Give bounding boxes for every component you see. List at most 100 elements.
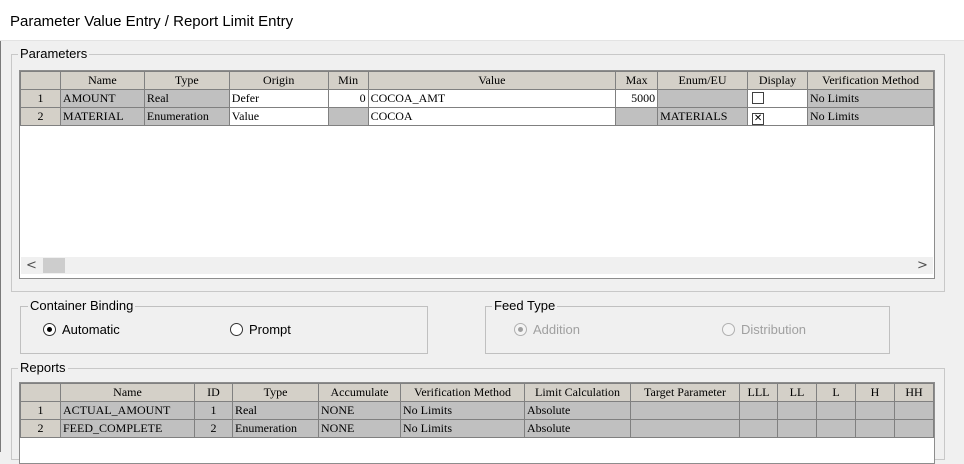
header-corner[interactable] (20, 71, 61, 90)
reports-table: Name ID Type Accumulate Verification Met… (20, 383, 934, 438)
cell-l (816, 419, 856, 438)
header-l[interactable]: L (816, 383, 856, 402)
radio-addition-label: Addition (533, 322, 580, 337)
parameter-row[interactable]: 2 MATERIAL Enumeration Value COCOA MATER… (20, 107, 934, 126)
row-number[interactable]: 1 (20, 89, 61, 108)
cell-value[interactable]: COCOA (367, 107, 617, 126)
parameters-horizontal-scrollbar[interactable]: < > (21, 257, 933, 274)
parameter-row[interactable]: 1 AMOUNT Real Defer 0 COCOA_AMT 5000 No … (20, 89, 934, 108)
parameters-group-label: Parameters (18, 46, 90, 61)
cell-origin[interactable]: Defer (228, 89, 329, 108)
parameters-header-row: Name Type Origin Min Value Max Enum/EU D… (20, 71, 934, 90)
window-title: Parameter Value Entry / Report Limit Ent… (10, 13, 294, 30)
scroll-thumb[interactable] (43, 258, 65, 273)
cell-hh (894, 419, 934, 438)
cell-lll (739, 419, 778, 438)
cell-id: 1 (194, 401, 233, 420)
header-h[interactable]: H (855, 383, 895, 402)
header-type[interactable]: Type (143, 71, 230, 90)
radio-selected-disabled-icon (514, 323, 527, 336)
header-min[interactable]: Min (327, 71, 369, 90)
header-lll[interactable]: LLL (739, 383, 778, 402)
row-number[interactable]: 2 (20, 107, 61, 126)
cell-name: ACTUAL_AMOUNT (60, 401, 195, 420)
cell-verification-method: No Limits (806, 107, 934, 126)
cell-max[interactable]: 5000 (615, 89, 659, 108)
cell-min (327, 107, 369, 126)
scroll-left-arrow-icon[interactable]: < (23, 257, 40, 274)
header-id[interactable]: ID (194, 383, 233, 402)
row-number[interactable]: 1 (20, 401, 61, 420)
window-left-border (0, 0, 1, 452)
cell-id: 2 (194, 419, 233, 438)
cell-min[interactable]: 0 (327, 89, 369, 108)
header-ll[interactable]: LL (777, 383, 817, 402)
header-corner[interactable] (20, 383, 61, 402)
cell-h (855, 419, 895, 438)
report-row[interactable]: 2 FEED_COMPLETE 2 Enumeration NONE No Li… (20, 419, 934, 438)
row-number[interactable]: 2 (20, 419, 61, 438)
cell-value[interactable]: COCOA_AMT (367, 89, 617, 108)
cell-hh (894, 401, 934, 420)
cell-accumulate: NONE (318, 401, 401, 420)
header-name[interactable]: Name (59, 71, 145, 90)
scroll-right-arrow-icon[interactable]: > (914, 257, 931, 274)
radio-distribution: Distribution (722, 321, 806, 337)
container-binding-label: Container Binding (28, 298, 136, 313)
header-value[interactable]: Value (367, 71, 617, 90)
display-checkbox[interactable] (752, 91, 765, 104)
header-hh[interactable]: HH (894, 383, 934, 402)
cell-verification-method: No Limits (400, 419, 525, 438)
header-name[interactable]: Name (60, 383, 195, 402)
title-bar: Parameter Value Entry / Report Limit Ent… (0, 0, 964, 41)
cell-name: FEED_COMPLETE (60, 419, 195, 438)
radio-addition: Addition (514, 321, 580, 337)
cell-max (615, 107, 659, 126)
feed-type-label: Feed Type (492, 298, 558, 313)
header-target-parameter[interactable]: Target Parameter (630, 383, 740, 402)
header-type[interactable]: Type (232, 383, 319, 402)
radio-prompt[interactable]: Prompt (230, 321, 291, 337)
radio-automatic[interactable]: Automatic (43, 321, 120, 337)
reports-group-label: Reports (18, 360, 68, 375)
cell-accumulate: NONE (318, 419, 401, 438)
header-verification-method[interactable]: Verification Method (806, 71, 934, 90)
cell-limit-calculation: Absolute (524, 401, 631, 420)
radio-prompt-label: Prompt (249, 322, 291, 337)
cell-type: Real (232, 401, 319, 420)
header-display[interactable]: Display (747, 71, 808, 90)
header-origin[interactable]: Origin (228, 71, 329, 90)
header-verification-method[interactable]: Verification Method (400, 383, 525, 402)
cell-ll (777, 419, 817, 438)
cell-limit-calculation: Absolute (524, 419, 631, 438)
header-enum-eu[interactable]: Enum/EU (657, 71, 749, 90)
cell-verification-method: No Limits (806, 89, 934, 108)
radio-unselected-disabled-icon (722, 323, 735, 336)
cell-ll (777, 401, 817, 420)
radio-selected-icon[interactable] (43, 323, 56, 336)
cell-enum-eu: MATERIALS (657, 107, 749, 126)
cell-verification-method: No Limits (400, 401, 525, 420)
cell-enum-eu (657, 89, 749, 108)
radio-unselected-icon[interactable] (230, 323, 243, 336)
cell-type: Real (143, 89, 230, 108)
radio-automatic-label: Automatic (62, 322, 120, 337)
cell-display[interactable] (747, 89, 808, 108)
radio-distribution-label: Distribution (741, 322, 807, 337)
cell-h (855, 401, 895, 420)
header-accumulate[interactable]: Accumulate (318, 383, 401, 402)
cell-target-parameter (630, 401, 740, 420)
display-checkbox-checked[interactable]: ✕ (752, 113, 765, 125)
cell-lll (739, 401, 778, 420)
cell-origin[interactable]: Value (228, 107, 329, 126)
cell-name: MATERIAL (59, 107, 145, 126)
parameters-grid[interactable]: Name Type Origin Min Value Max Enum/EU D… (19, 70, 935, 279)
cell-display[interactable]: ✕ (747, 107, 808, 126)
cell-l (816, 401, 856, 420)
cell-type: Enumeration (232, 419, 319, 438)
cell-name: AMOUNT (59, 89, 145, 108)
header-limit-calculation[interactable]: Limit Calculation (524, 383, 631, 402)
reports-header-row: Name ID Type Accumulate Verification Met… (20, 383, 934, 402)
report-row[interactable]: 1 ACTUAL_AMOUNT 1 Real NONE No Limits Ab… (20, 401, 934, 420)
header-max[interactable]: Max (615, 71, 659, 90)
